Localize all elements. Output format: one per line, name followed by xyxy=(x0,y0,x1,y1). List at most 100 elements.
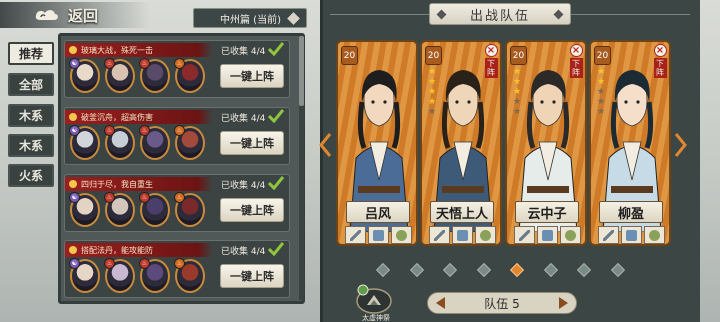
equip-slot[interactable] xyxy=(621,226,642,244)
sword-icon xyxy=(434,229,445,241)
remove-hero-button[interactable]: × 下阵 xyxy=(569,44,583,78)
hero-avatar[interactable]: ♨ xyxy=(139,58,170,93)
one-click-deploy-button[interactable]: 一键上阵 xyxy=(220,198,284,222)
diamond-icon xyxy=(287,11,300,25)
one-click-deploy-button[interactable]: 一键上阵 xyxy=(220,64,284,88)
equip-slot[interactable] xyxy=(452,226,473,244)
back-label: 返回 xyxy=(68,6,99,25)
hero-card[interactable]: 20 ★ ★ ★ ★ ★ × 下阵 柳盈 xyxy=(589,40,671,246)
star-icon: ★ xyxy=(597,87,606,97)
equip-slot[interactable] xyxy=(475,226,496,244)
equipment-row xyxy=(429,226,496,244)
star-icon: ★ xyxy=(428,97,437,107)
check-icon xyxy=(268,109,284,123)
combo-hero-row: ☯ ♨ ♨ ♨ xyxy=(69,125,205,160)
equip-slot[interactable] xyxy=(368,226,389,244)
star-icon: ★ xyxy=(428,67,437,77)
hero-avatar[interactable]: ♨ xyxy=(174,125,205,160)
combo-collect-count: 已收集 4/4 xyxy=(221,47,266,57)
title-ornament-icon xyxy=(553,9,564,20)
tab-recommend[interactable]: 推荐 xyxy=(8,42,54,65)
artifact-icon xyxy=(565,229,576,241)
combo-card: 玻璃大战，殊死一击 已收集 4/4 ☯ ♨ ♨ ♨ 一键上阵 xyxy=(64,40,290,98)
combo-hero-row: ☯ ♨ ♨ ♨ xyxy=(69,192,205,227)
hero-name: 云中子 xyxy=(515,201,579,223)
hero-card[interactable]: 20 ★ ★ ★ ★ ★ × 下阵 天悟上人 xyxy=(420,40,502,246)
back-button[interactable]: 返回 xyxy=(34,4,124,26)
element-icon: ☯ xyxy=(69,58,80,69)
chapter-select[interactable]: 中州篇 (当前) xyxy=(193,8,307,28)
equip-slot[interactable] xyxy=(391,226,412,244)
team-switcher: 队伍 5 xyxy=(427,292,577,314)
element-icon: ☯ xyxy=(69,258,80,269)
team-label: 队伍 5 xyxy=(484,296,520,311)
element-icon: ♨ xyxy=(104,258,115,269)
star-rating: ★ ★ ★ ★ ★ xyxy=(428,68,437,117)
star-icon: ★ xyxy=(428,107,437,117)
taixu-ritual-icon[interactable] xyxy=(354,283,394,315)
remove-label: 下阵 xyxy=(653,58,667,78)
level-badge: 20 xyxy=(594,46,611,65)
next-arrow-icon[interactable] xyxy=(674,132,688,158)
check-icon xyxy=(268,242,284,256)
chapter-label: 中州篇 (当前) xyxy=(220,14,281,26)
hero-avatar[interactable]: ♨ xyxy=(104,192,135,227)
check-icon xyxy=(268,42,284,56)
scrollbar-thumb[interactable] xyxy=(299,36,304,106)
one-click-deploy-button[interactable]: 一键上阵 xyxy=(220,131,284,155)
star-icon: ★ xyxy=(513,67,522,77)
hero-avatar[interactable]: ☯ xyxy=(69,258,100,293)
equip-slot[interactable] xyxy=(345,226,366,244)
hero-avatar[interactable]: ☯ xyxy=(69,58,100,93)
combo-title: 四归于尽，我自重生 xyxy=(81,179,153,189)
hero-avatar[interactable]: ♨ xyxy=(139,125,170,160)
element-icon: ♨ xyxy=(139,192,150,203)
tab-fire[interactable]: 火系 xyxy=(8,164,54,187)
hero-avatar[interactable]: ♨ xyxy=(139,258,170,293)
combo-banner: 破釜沉舟，超高伤害 xyxy=(65,110,213,124)
team-prev-arrow-icon[interactable] xyxy=(436,297,445,309)
hero-avatar[interactable]: ♨ xyxy=(174,258,205,293)
hero-avatar[interactable]: ♨ xyxy=(104,125,135,160)
combo-card: 四归于尽，我自重生 已收集 4/4 ☯ ♨ ♨ ♨ 一键上阵 xyxy=(64,174,290,232)
star-icon: ★ xyxy=(428,87,437,97)
equip-slot[interactable] xyxy=(514,226,535,244)
equip-slot[interactable] xyxy=(560,226,581,244)
hero-avatar[interactable]: ♨ xyxy=(174,192,205,227)
remove-hero-button[interactable]: × 下阵 xyxy=(484,44,498,78)
hero-card[interactable]: 20 吕风 xyxy=(336,40,418,246)
element-icon: ♨ xyxy=(139,58,150,69)
star-icon: ★ xyxy=(597,97,606,107)
sword-icon xyxy=(603,229,614,241)
hero-avatar[interactable]: ♨ xyxy=(174,58,205,93)
one-click-deploy-button[interactable]: 一键上阵 xyxy=(220,264,284,288)
remove-hero-button[interactable]: × 下阵 xyxy=(653,44,667,78)
element-icon: ☯ xyxy=(69,192,80,203)
remove-label: 下阵 xyxy=(569,58,583,78)
hero-avatar[interactable]: ♨ xyxy=(104,58,135,93)
star-icon: ★ xyxy=(597,67,606,77)
hero-card[interactable]: 20 ★ ★ ★ ★ ★ × 下阵 云中子 xyxy=(505,40,587,246)
check-icon xyxy=(268,176,284,190)
team-next-arrow-icon[interactable] xyxy=(558,297,568,309)
tab-wood[interactable]: 木系 xyxy=(8,104,54,127)
hero-avatar[interactable]: ☯ xyxy=(69,125,100,160)
equip-slot[interactable] xyxy=(429,226,450,244)
element-icon: ♨ xyxy=(104,125,115,136)
tab-wood-2[interactable]: 木系 xyxy=(8,134,54,157)
equipment-row xyxy=(514,226,581,244)
element-icon: ☯ xyxy=(69,125,80,136)
equipment-row xyxy=(345,226,412,244)
artifact-icon xyxy=(480,229,491,241)
prev-arrow-icon[interactable] xyxy=(318,132,332,158)
tab-all[interactable]: 全部 xyxy=(8,73,54,96)
hero-avatar[interactable]: ♨ xyxy=(104,258,135,293)
hero-avatar[interactable]: ☯ xyxy=(69,192,100,227)
combo-card: 搭配法丹，能攻能防 已收集 4/4 ☯ ♨ ♨ ♨ 一键上阵 xyxy=(64,240,290,298)
element-icon: ♨ xyxy=(104,58,115,69)
combo-title: 破釜沉舟，超高伤害 xyxy=(81,112,153,122)
equip-slot[interactable] xyxy=(598,226,619,244)
equip-slot[interactable] xyxy=(644,226,665,244)
equip-slot[interactable] xyxy=(537,226,558,244)
hero-avatar[interactable]: ♨ xyxy=(139,192,170,227)
